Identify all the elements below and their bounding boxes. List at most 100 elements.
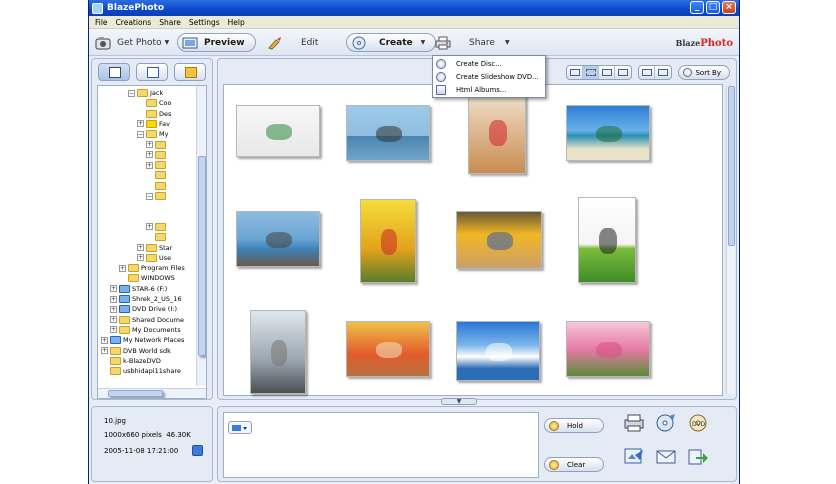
tree-item[interactable]: + <box>146 160 168 170</box>
tree-item[interactable]: + Fav <box>137 119 170 129</box>
tree-item[interactable]: WINDOWS <box>119 273 175 283</box>
tree-item[interactable]: k-BlazeDVD <box>101 356 161 366</box>
expand-icon[interactable]: + <box>137 244 144 251</box>
preview-button[interactable]: Preview <box>177 33 256 52</box>
maximize-button[interactable]: □ <box>706 1 720 14</box>
export-icon[interactable] <box>687 447 709 467</box>
menu-file[interactable]: File <box>91 18 112 27</box>
share-button[interactable]: Share ▼ <box>435 33 510 52</box>
tree-item[interactable]: + DVB World sdk <box>101 346 171 356</box>
collapse-icon[interactable]: − <box>128 89 135 97</box>
collapse-panel-handle[interactable]: ▼ <box>441 398 477 405</box>
expand-icon[interactable]: + <box>137 254 144 262</box>
tree-item[interactable] <box>146 232 168 242</box>
expand-icon[interactable]: + <box>110 285 117 293</box>
email-icon[interactable] <box>655 447 677 467</box>
tree-vertical-scrollbar[interactable] <box>196 86 206 386</box>
menu-share[interactable]: Share <box>155 18 185 27</box>
photo-thumbnail-beach[interactable] <box>566 105 650 161</box>
expand-icon[interactable]: + <box>101 336 108 344</box>
view-large-button[interactable] <box>567 66 584 79</box>
expand-icon[interactable]: + <box>119 264 126 272</box>
tab-folders[interactable] <box>98 63 130 81</box>
expand-icon[interactable]: + <box>110 305 117 313</box>
gallery-vertical-scrollbar[interactable] <box>726 86 735 394</box>
menu-html-albums[interactable]: Html Albums... <box>433 83 545 96</box>
tree-item[interactable]: + DVD Drive (I:) <box>110 304 177 314</box>
photo-thumbnail-pink-flowers[interactable] <box>566 321 650 377</box>
photo-gallery[interactable] <box>223 84 723 396</box>
menu-create-disc[interactable]: Create Disc... <box>433 57 545 70</box>
photo-thumbnail-santa-dog[interactable] <box>468 90 526 174</box>
menu-help[interactable]: Help <box>224 18 249 27</box>
tree-item[interactable]: + <box>146 140 168 150</box>
close-button[interactable]: × <box>722 1 736 14</box>
expand-icon[interactable]: + <box>146 141 153 148</box>
photo-thumbnail-dice[interactable] <box>236 105 320 157</box>
photo-thumbnail-tree-field[interactable] <box>578 197 636 283</box>
tree-item[interactable]: − <box>146 191 168 201</box>
photo-thumbnail-balloons-kid[interactable] <box>360 199 416 283</box>
view-details-button[interactable] <box>599 66 616 79</box>
tree-item[interactable] <box>146 170 168 180</box>
photo-thumbnail-pier[interactable] <box>346 105 430 161</box>
tree-item[interactable]: + My Network Places <box>101 335 184 345</box>
tray-options-button[interactable] <box>228 421 252 434</box>
tree-item[interactable]: + <box>146 150 168 160</box>
collapse-icon[interactable]: − <box>137 130 144 138</box>
tree-item[interactable]: + Use <box>137 253 171 263</box>
wallpaper-icon[interactable] <box>623 447 645 467</box>
tree-item[interactable]: usbhidapi11share <box>101 366 181 376</box>
zoom-in-button[interactable] <box>655 66 671 79</box>
sort-by-button[interactable]: Sort By <box>678 65 730 80</box>
expand-icon[interactable]: + <box>110 326 117 334</box>
expand-icon[interactable]: + <box>101 347 108 354</box>
minimize-button[interactable]: _ <box>690 1 704 14</box>
collapse-icon[interactable]: − <box>146 192 153 200</box>
tree-item[interactable] <box>155 212 164 222</box>
menu-settings[interactable]: Settings <box>185 18 224 27</box>
tree-item[interactable]: + Program Files <box>119 263 185 273</box>
expand-icon[interactable]: + <box>137 120 144 128</box>
photo-thumbnail-skyscrapers[interactable] <box>250 310 306 394</box>
create-button[interactable]: Create ▼ <box>346 33 437 52</box>
expand-icon[interactable]: + <box>110 316 117 324</box>
hold-button[interactable]: Hold <box>544 418 604 433</box>
menu-create-slideshow-dvd[interactable]: Create Slideshow DVD... <box>433 70 545 83</box>
get-photo-button[interactable]: Get Photo ▼ <box>95 33 169 52</box>
view-filmstrip-button[interactable] <box>615 66 631 79</box>
tree-item[interactable]: + STAR-6 (F:) <box>110 284 167 294</box>
clear-button[interactable]: Clear <box>544 457 604 472</box>
tree-horizontal-scrollbar[interactable] <box>98 388 206 398</box>
expand-icon[interactable]: + <box>146 161 153 169</box>
photo-thumbnail-sunflower-hat[interactable] <box>456 211 542 269</box>
expand-icon[interactable]: + <box>146 151 153 159</box>
tab-calendar[interactable] <box>136 63 168 81</box>
photo-thumbnail-teddy-bears[interactable] <box>346 321 430 377</box>
tree-item[interactable]: Des <box>137 109 171 119</box>
photo-thumbnail-boats[interactable] <box>236 211 320 267</box>
burn-cd-icon[interactable] <box>655 413 677 433</box>
burn-dvd-icon[interactable]: DVD <box>687 413 709 433</box>
tree-item[interactable]: − My <box>137 129 168 139</box>
tree-item[interactable]: + Shared Docume <box>110 315 184 325</box>
tree-item[interactable] <box>155 201 164 211</box>
menu-creations[interactable]: Creations <box>112 18 156 27</box>
expand-icon[interactable]: + <box>110 295 117 303</box>
edit-button[interactable]: Edit <box>267 33 318 52</box>
tree-item[interactable]: + <box>146 222 168 232</box>
tree-item[interactable]: − Jack <box>128 88 163 98</box>
tab-albums[interactable] <box>174 63 206 81</box>
expand-icon[interactable]: + <box>146 223 153 231</box>
tree-item[interactable]: + Shrek_2_US_16 <box>110 294 182 304</box>
tree-item[interactable]: + My Documents <box>110 325 181 335</box>
print-icon[interactable] <box>623 413 645 433</box>
folder-tree[interactable]: − Jack Coo Des + Fav − My + + + − + + Star + Use + Program… <box>97 85 207 399</box>
tree-item[interactable]: + Star <box>137 243 172 253</box>
photo-tray[interactable] <box>223 412 539 478</box>
zoom-out-button[interactable] <box>639 66 656 79</box>
view-thumbnails-button[interactable] <box>583 66 600 79</box>
info-detail-icon[interactable] <box>192 445 203 456</box>
photo-thumbnail-clouds-sea[interactable] <box>456 321 540 381</box>
tree-item[interactable]: Coo <box>137 98 172 108</box>
